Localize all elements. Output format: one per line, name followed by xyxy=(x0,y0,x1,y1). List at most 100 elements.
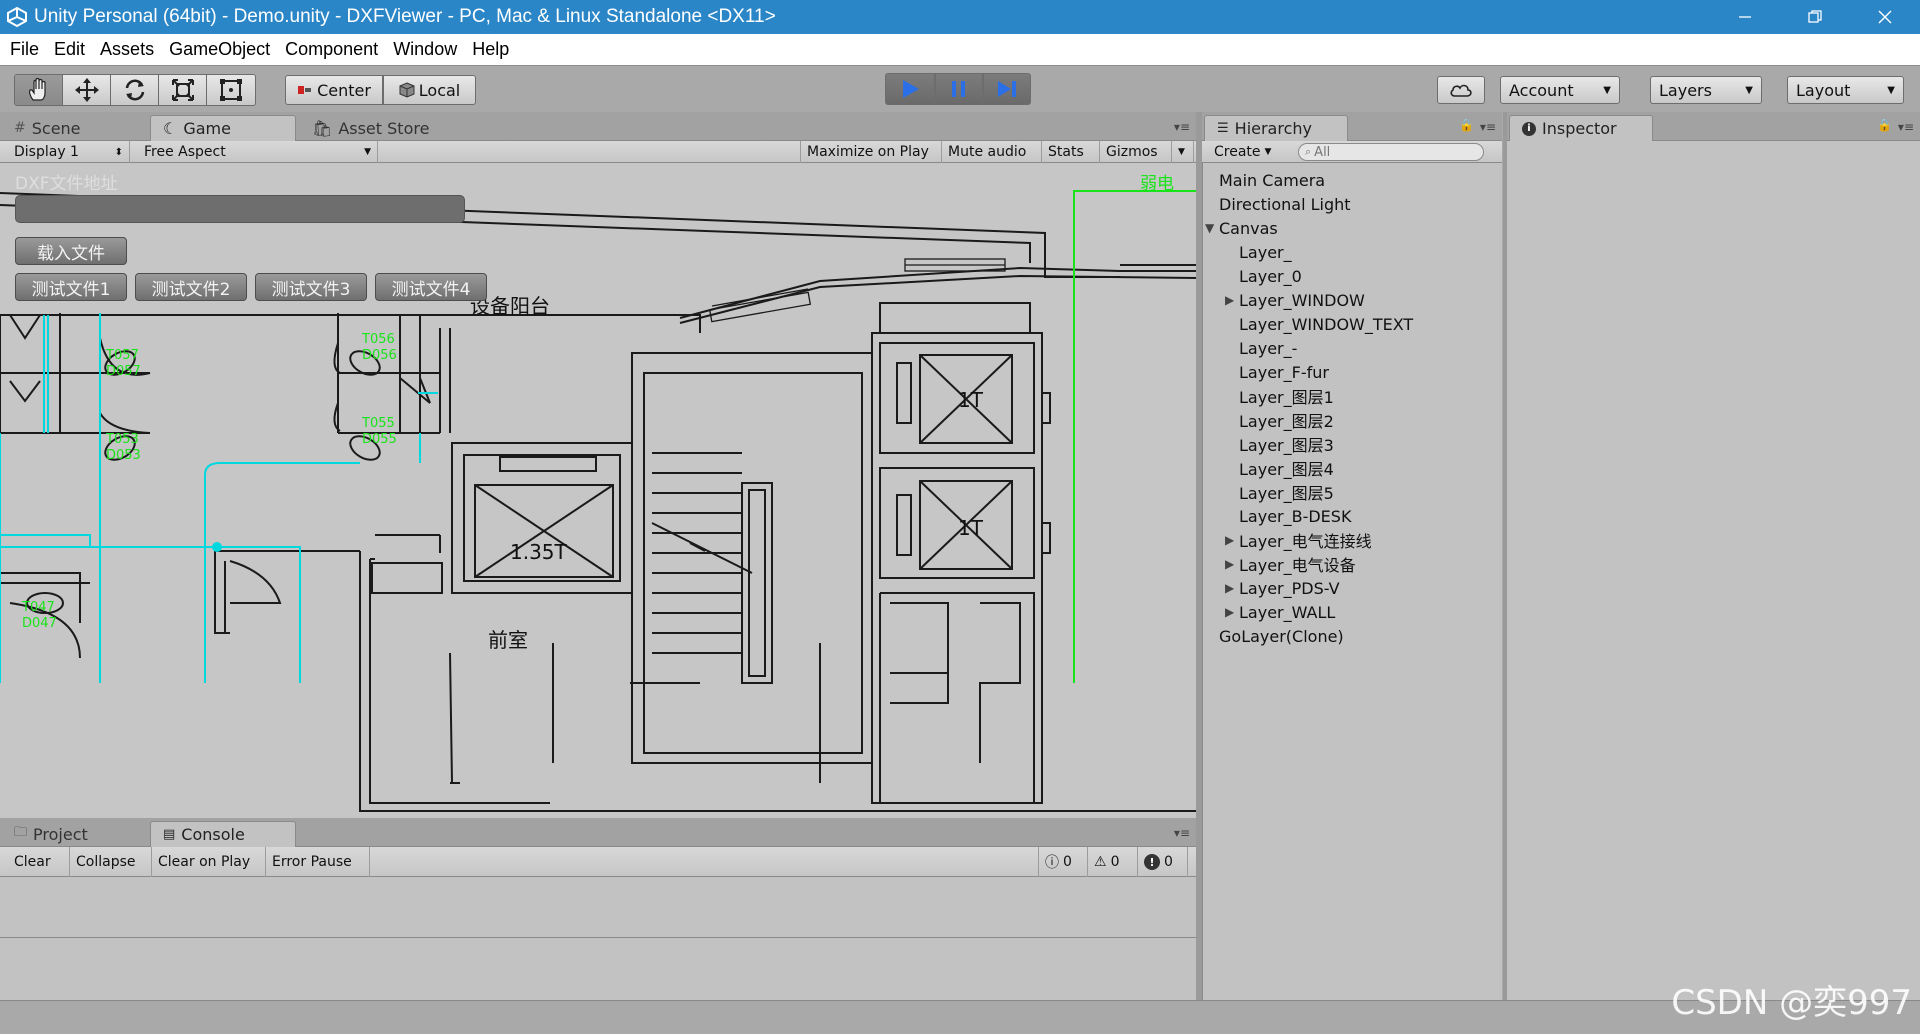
menu-window[interactable]: Window xyxy=(387,39,466,60)
console-divider[interactable] xyxy=(0,937,1196,938)
hierarchy-item-label: Layer_WINDOW_TEXT xyxy=(1239,314,1414,334)
layers-dropdown[interactable]: Layers ▼ xyxy=(1650,76,1762,104)
dxf-path-input[interactable] xyxy=(15,195,465,223)
move-icon[interactable] xyxy=(63,75,111,105)
hierarchy-item[interactable]: Layer_WINDOW_TEXT xyxy=(1203,312,1503,336)
test-file-1-button[interactable]: 测试文件1 xyxy=(15,273,127,301)
expand-arrow-icon[interactable]: ▶ xyxy=(1225,605,1239,619)
hierarchy-item[interactable]: Layer_- xyxy=(1203,336,1503,360)
hierarchy-item[interactable]: GoLayer(Clone) xyxy=(1203,624,1503,648)
collapse-button[interactable]: Collapse xyxy=(70,847,152,877)
stats-button[interactable]: Stats xyxy=(1042,141,1100,163)
hierarchy-item[interactable]: ▶ Layer_WALL xyxy=(1203,600,1503,624)
panel-menu-icon[interactable]: ▾≡ xyxy=(1898,120,1914,134)
gizmos-button[interactable]: Gizmos xyxy=(1100,141,1172,163)
test-file-3-button[interactable]: 测试文件3 xyxy=(255,273,367,301)
hierarchy-item[interactable]: Layer_图层1 xyxy=(1203,384,1503,408)
play-icon[interactable] xyxy=(885,73,935,105)
lock-icon[interactable]: 🔒 xyxy=(1877,118,1892,132)
expand-arrow-icon[interactable]: ▶ xyxy=(1225,293,1239,307)
svg-text:1.35T: 1.35T xyxy=(510,540,568,564)
load-file-button[interactable]: 载入文件 xyxy=(15,237,127,265)
hierarchy-item[interactable]: Layer_ xyxy=(1203,240,1503,264)
display-dropdown[interactable]: Display 1 ⬍ xyxy=(0,141,130,163)
minimize-icon[interactable] xyxy=(1710,0,1780,34)
tab-project[interactable]: 🗀 Project xyxy=(2,821,100,847)
pivot-local-button[interactable]: Local xyxy=(383,75,476,105)
panel-menu-icon[interactable]: ▾≡ xyxy=(1480,120,1496,134)
tab-inspector[interactable]: i Inspector xyxy=(1509,115,1653,141)
rotate-icon[interactable] xyxy=(111,75,159,105)
display-label: Display 1 xyxy=(14,144,79,160)
expand-arrow-icon[interactable]: ▶ xyxy=(1225,581,1239,595)
pivot-icon xyxy=(298,86,312,94)
error-count-toggle[interactable]: ! 0 xyxy=(1138,847,1188,877)
pivot-center-button[interactable]: Center xyxy=(285,75,383,105)
menu-help[interactable]: Help xyxy=(466,39,518,60)
console-icon: ▤ xyxy=(163,827,176,842)
warning-count-toggle[interactable]: ⚠ 0 xyxy=(1088,847,1138,877)
close-icon[interactable] xyxy=(1850,0,1920,34)
lock-icon[interactable]: 🔒 xyxy=(1459,118,1474,132)
mute-audio-button[interactable]: Mute audio xyxy=(942,141,1042,163)
menu-edit[interactable]: Edit xyxy=(48,39,94,60)
expand-arrow-icon[interactable]: ▶ xyxy=(1225,533,1239,547)
cloud-icon[interactable] xyxy=(1437,76,1485,104)
tab-asset-store[interactable]: 🛍 Asset Store xyxy=(300,115,441,141)
info-count-toggle[interactable]: ⓘ 0 xyxy=(1038,847,1088,877)
menu-gameobject[interactable]: GameObject xyxy=(163,39,279,60)
chevron-down-icon[interactable]: ▼ xyxy=(1172,141,1194,163)
hierarchy-item[interactable]: Main Camera xyxy=(1203,168,1503,192)
test-file-2-button[interactable]: 测试文件2 xyxy=(135,273,247,301)
hierarchy-item[interactable]: ▶ Layer_PDS-V xyxy=(1203,576,1503,600)
hierarchy-item[interactable]: ▼ Canvas xyxy=(1203,216,1503,240)
menu-assets[interactable]: Assets xyxy=(94,39,163,60)
clear-on-play-button[interactable]: Clear on Play xyxy=(152,847,266,877)
expand-arrow-icon[interactable]: ▼ xyxy=(1205,221,1219,235)
title-bar: Unity Personal (64bit) - Demo.unity - DX… xyxy=(0,0,1920,34)
hand-icon[interactable] xyxy=(15,75,63,105)
console-log-area[interactable] xyxy=(0,877,1196,1000)
cad-drawing: 设备阳台 1.35T 前室 1T 1T 弱电 T057 D057 T053 D0… xyxy=(0,174,1196,812)
hierarchy-item[interactable]: Layer_图层5 xyxy=(1203,480,1503,504)
create-dropdown[interactable]: Create ▼ xyxy=(1202,141,1282,163)
hierarchy-item[interactable]: Layer_图层3 xyxy=(1203,432,1503,456)
hierarchy-item[interactable]: Layer_B-DESK xyxy=(1203,504,1503,528)
rect-tool-icon[interactable] xyxy=(207,75,255,105)
svg-text:D055: D055 xyxy=(362,432,397,447)
panel-menu-icon[interactable]: ▾≡ xyxy=(1174,826,1190,840)
maximize-on-play-button[interactable]: Maximize on Play xyxy=(800,141,942,163)
tab-console[interactable]: ▤ Console xyxy=(150,821,296,847)
test-file-4-button[interactable]: 测试文件4 xyxy=(375,273,487,301)
pause-icon[interactable] xyxy=(935,73,983,105)
aspect-dropdown[interactable]: Free Aspect ▼ xyxy=(138,141,378,163)
hierarchy-item[interactable]: ▶ Layer_电气连接线 xyxy=(1203,528,1503,552)
svg-text:1T: 1T xyxy=(958,388,984,412)
tab-game[interactable]: ☾ Game xyxy=(150,115,296,141)
menu-file[interactable]: File xyxy=(4,39,48,60)
hierarchy-item[interactable]: ▶ Layer_电气设备 xyxy=(1203,552,1503,576)
error-pause-button[interactable]: Error Pause xyxy=(266,847,370,877)
game-view[interactable]: 设备阳台 1.35T 前室 1T 1T 弱电 T057 D057 T053 D0… xyxy=(0,163,1196,818)
tab-hierarchy[interactable]: ☰ Hierarchy xyxy=(1204,115,1348,141)
clear-button[interactable]: Clear xyxy=(0,847,70,877)
hierarchy-item[interactable]: Layer_图层4 xyxy=(1203,456,1503,480)
hierarchy-item[interactable]: Layer_0 xyxy=(1203,264,1503,288)
hierarchy-search-input[interactable]: ⌕ All xyxy=(1298,143,1484,161)
expand-arrow-icon[interactable]: ▶ xyxy=(1225,557,1239,571)
restore-icon[interactable] xyxy=(1780,0,1850,34)
tab-inspector-label: Inspector xyxy=(1542,119,1617,138)
panel-menu-icon[interactable]: ▾≡ xyxy=(1174,120,1190,134)
hierarchy-item[interactable]: Layer_F-fur xyxy=(1203,360,1503,384)
layout-dropdown[interactable]: Layout ▼ xyxy=(1787,76,1904,104)
tab-scene[interactable]: # Scene xyxy=(2,115,93,141)
account-dropdown[interactable]: Account ▼ xyxy=(1500,76,1620,104)
chevron-down-icon: ▼ xyxy=(1887,84,1895,96)
tab-asset-store-label: Asset Store xyxy=(338,118,430,138)
menu-component[interactable]: Component xyxy=(279,39,387,60)
hierarchy-item[interactable]: ▶ Layer_WINDOW xyxy=(1203,288,1503,312)
hierarchy-item[interactable]: Directional Light xyxy=(1203,192,1503,216)
step-icon[interactable] xyxy=(983,73,1031,105)
scale-icon[interactable] xyxy=(159,75,207,105)
hierarchy-item[interactable]: Layer_图层2 xyxy=(1203,408,1503,432)
